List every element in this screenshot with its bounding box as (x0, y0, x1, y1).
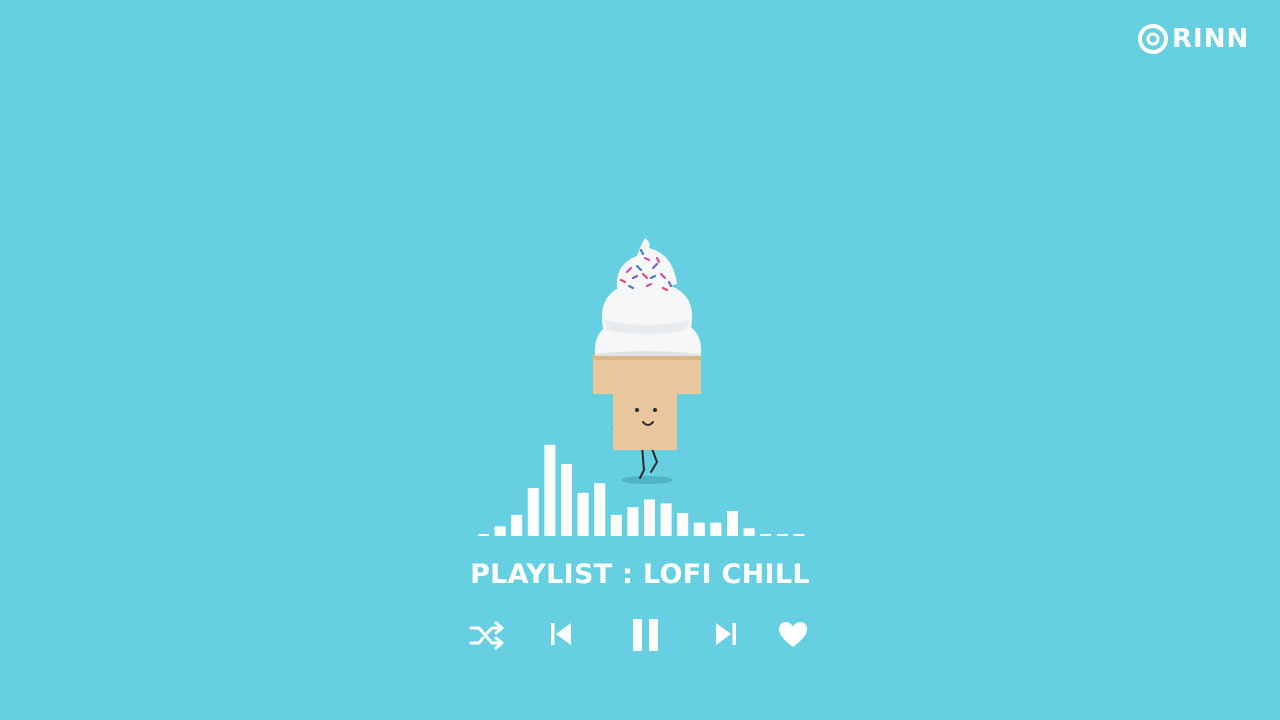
visualizer-bar (494, 526, 506, 536)
heart-icon (778, 621, 808, 649)
visualizer-bar (561, 464, 572, 536)
brand-name: RINN (1172, 24, 1250, 54)
audio-visualizer (472, 436, 812, 540)
visualizer-bar (610, 514, 622, 536)
visualizer-bar (677, 513, 689, 536)
visualizer-bar (727, 511, 738, 536)
skip-previous-icon (547, 620, 575, 648)
next-button[interactable] (708, 617, 744, 651)
skip-next-icon (712, 620, 740, 648)
brand-logo: RINN (1137, 22, 1249, 56)
visualizer-bar (760, 534, 772, 536)
disc-icon (1137, 23, 1169, 55)
pause-icon (630, 617, 662, 653)
visualizer-bar (793, 534, 805, 536)
like-button[interactable] (774, 617, 812, 653)
visualizer-bar (577, 492, 589, 536)
visualizer-bar (594, 483, 606, 536)
visualizer-bar (511, 514, 523, 536)
visualizer-bar (776, 534, 788, 536)
visualizer-bar (527, 488, 539, 536)
visualizer-bar (627, 507, 639, 536)
visualizer-bar (693, 522, 705, 536)
visualizer-bar (743, 528, 755, 536)
playlist-title: PLAYLIST : LOFI CHILL (470, 559, 810, 590)
visualizer-bar (644, 499, 655, 536)
shuffle-button[interactable] (466, 617, 508, 653)
previous-button[interactable] (544, 617, 578, 651)
shuffle-icon (468, 619, 506, 651)
visualizer-bar (544, 444, 556, 536)
visualizer-bar (478, 534, 489, 536)
visualizer-bar (660, 503, 672, 536)
visualizer-bar (710, 522, 722, 536)
pause-button[interactable] (626, 614, 666, 656)
